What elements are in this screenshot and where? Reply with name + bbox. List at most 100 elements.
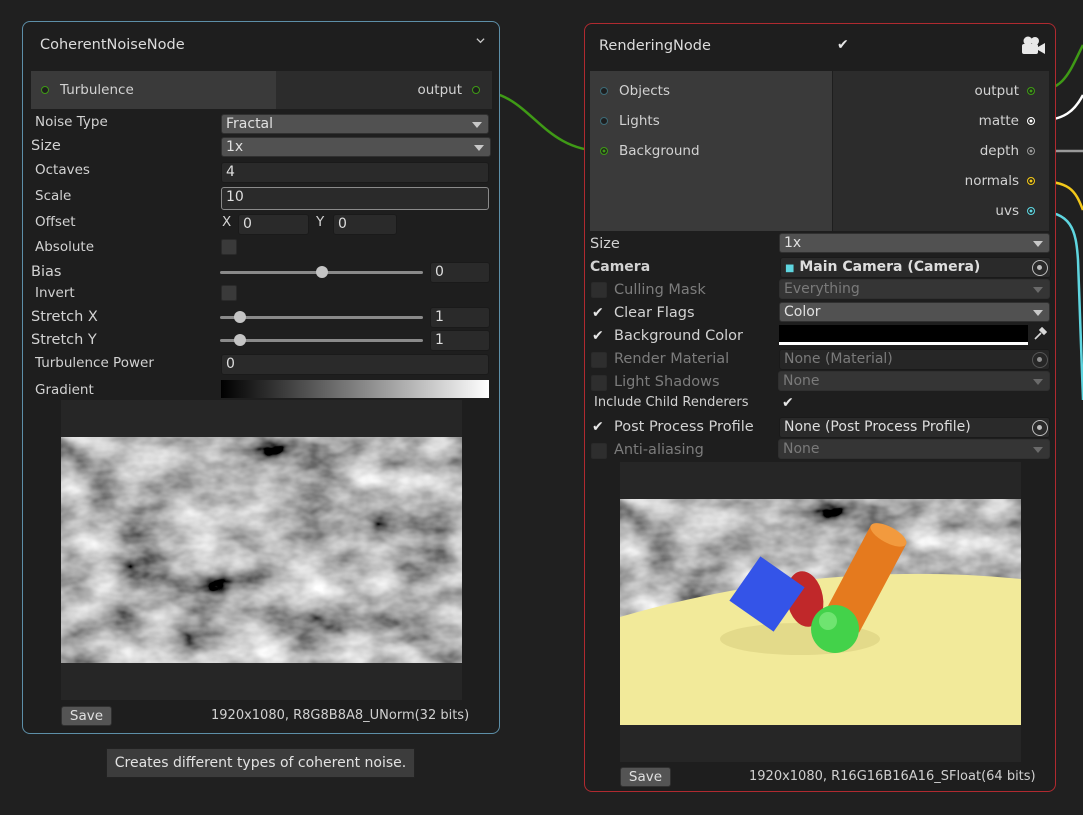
stretch-y-slider[interactable] bbox=[220, 339, 423, 342]
dropdown-arrow-icon bbox=[1033, 287, 1043, 293]
gradient-label: Gradient bbox=[35, 382, 94, 398]
post-process-profile-label: Post Process Profile bbox=[614, 419, 754, 435]
stretch-x-label: Stretch X bbox=[31, 309, 98, 325]
bias-label: Bias bbox=[31, 264, 62, 280]
absolute-label: Absolute bbox=[35, 239, 95, 255]
bias-field[interactable]: 0 bbox=[430, 262, 490, 283]
eyedropper-icon[interactable] bbox=[1033, 327, 1047, 341]
dropdown-arrow-icon bbox=[1033, 447, 1043, 453]
stretch-x-slider-knob[interactable] bbox=[234, 311, 247, 323]
input-port-lights: Lights bbox=[619, 113, 660, 129]
port-dot-icon[interactable] bbox=[1027, 207, 1035, 215]
noise-preview-panel bbox=[61, 400, 462, 700]
port-dot-icon[interactable] bbox=[600, 117, 608, 125]
light-shadows-label: Light Shadows bbox=[614, 374, 720, 390]
output-port-uvs: uvs bbox=[995, 203, 1019, 219]
save-button[interactable]: Save bbox=[61, 706, 112, 726]
size-label: Size bbox=[590, 236, 620, 252]
scale-field[interactable]: 10 bbox=[221, 187, 489, 210]
port-label: output bbox=[417, 82, 462, 98]
octaves-field[interactable]: 4 bbox=[221, 162, 489, 183]
dropdown-value: Everything bbox=[784, 281, 860, 297]
dropdown-value: 1x bbox=[226, 139, 244, 155]
render-preview-image bbox=[620, 499, 1021, 725]
bias-slider-knob[interactable] bbox=[315, 266, 328, 278]
camera-label: Camera bbox=[590, 259, 651, 275]
noise-type-dropdown[interactable]: Fractal bbox=[221, 114, 489, 134]
anti-aliasing-label: Anti-aliasing bbox=[614, 442, 704, 458]
offset-label: Offset bbox=[35, 214, 76, 230]
offset-x-field[interactable]: 0 bbox=[238, 214, 309, 235]
turbulence-power-field[interactable]: 0 bbox=[221, 354, 489, 375]
stretch-y-field[interactable]: 1 bbox=[430, 330, 490, 351]
absolute-checkbox[interactable] bbox=[221, 239, 237, 255]
coherent-noise-node[interactable]: CoherentNoiseNode Turbulence output Nois… bbox=[22, 21, 500, 734]
output-port-normals: normals bbox=[964, 173, 1019, 189]
background-color-field[interactable] bbox=[779, 325, 1028, 345]
dropdown-arrow-icon bbox=[472, 122, 482, 128]
object-picker-icon[interactable] bbox=[1032, 352, 1048, 368]
dropdown-value: 1x bbox=[784, 235, 802, 251]
output-port[interactable]: output bbox=[276, 71, 492, 109]
size-dropdown[interactable]: 1x bbox=[779, 233, 1050, 253]
stretch-x-slider[interactable] bbox=[220, 316, 423, 319]
clear-flags-checkmark-icon[interactable]: ✔ bbox=[592, 306, 604, 320]
noise-preview-image bbox=[61, 437, 462, 663]
offset-x-label: X bbox=[222, 214, 232, 230]
stretch-y-slider-knob[interactable] bbox=[234, 334, 247, 346]
object-picker-icon[interactable] bbox=[1032, 260, 1048, 276]
port-dot-icon[interactable] bbox=[1027, 147, 1035, 155]
culling-mask-dropdown[interactable]: Everything bbox=[779, 279, 1050, 299]
camera-small-icon: ■ bbox=[785, 263, 795, 274]
gradient-field[interactable] bbox=[221, 380, 489, 398]
render-preview-panel bbox=[620, 462, 1021, 762]
post-process-profile-field[interactable]: None (Post Process Profile) bbox=[779, 417, 1050, 438]
rendering-node[interactable]: RenderingNode ✔ Objects Lights Backgroun… bbox=[584, 23, 1056, 792]
include-child-checkmark-icon[interactable]: ✔ bbox=[782, 396, 794, 410]
node-tooltip: Creates different types of coherent nois… bbox=[106, 748, 415, 778]
anti-aliasing-checkbox[interactable] bbox=[591, 443, 607, 459]
port-dot-icon[interactable] bbox=[1027, 177, 1035, 185]
port-dot-icon[interactable] bbox=[600, 87, 608, 95]
output-ports-panel: output matte depth normals uvs bbox=[833, 71, 1049, 231]
light-shadows-dropdown[interactable]: None bbox=[778, 371, 1050, 391]
enable-checkmark-icon[interactable]: ✔ bbox=[837, 38, 849, 52]
dropdown-arrow-icon bbox=[1033, 379, 1043, 385]
chevron-down-icon[interactable] bbox=[476, 36, 485, 45]
background-color-checkmark-icon[interactable]: ✔ bbox=[592, 329, 604, 343]
render-material-field[interactable]: None (Material) bbox=[779, 349, 1050, 370]
noise-type-label: Noise Type bbox=[35, 114, 108, 130]
background-color-label: Background Color bbox=[614, 328, 743, 344]
dropdown-arrow-icon bbox=[474, 145, 484, 151]
offset-y-field[interactable]: 0 bbox=[333, 214, 397, 235]
post-process-checkmark-icon[interactable]: ✔ bbox=[592, 420, 604, 434]
turbulence-power-label: Turbulence Power bbox=[35, 355, 154, 371]
input-port-background: Background bbox=[619, 143, 700, 159]
port-dot-icon[interactable] bbox=[472, 86, 480, 94]
dropdown-value: None bbox=[783, 373, 820, 389]
texture-info: 1920x1080, R16G16B16A16_SFloat(64 bits) bbox=[749, 769, 1036, 784]
output-port-depth: depth bbox=[979, 143, 1019, 159]
anti-aliasing-dropdown[interactable]: None bbox=[778, 439, 1050, 459]
invert-label: Invert bbox=[35, 285, 75, 301]
port-dot-icon[interactable] bbox=[1027, 87, 1035, 95]
stretch-x-field[interactable]: 1 bbox=[430, 307, 490, 328]
clear-flags-dropdown[interactable]: Color bbox=[779, 302, 1050, 322]
output-port-matte: matte bbox=[978, 113, 1019, 129]
size-dropdown[interactable]: 1x bbox=[221, 137, 491, 157]
port-label: Turbulence bbox=[60, 82, 134, 98]
save-button[interactable]: Save bbox=[620, 767, 671, 787]
port-dot-icon[interactable] bbox=[1027, 117, 1035, 125]
camera-object-field[interactable]: ■ Main Camera (Camera) bbox=[780, 257, 1051, 278]
octaves-label: Octaves bbox=[35, 162, 90, 178]
dropdown-arrow-icon bbox=[1033, 310, 1043, 316]
invert-checkbox[interactable] bbox=[221, 285, 237, 301]
port-dot-icon[interactable] bbox=[41, 86, 49, 94]
light-shadows-checkbox[interactable] bbox=[591, 375, 607, 391]
port-dot-icon[interactable] bbox=[600, 147, 608, 155]
scale-label: Scale bbox=[35, 188, 72, 204]
render-material-checkbox[interactable] bbox=[591, 352, 607, 368]
input-port-turbulence[interactable]: Turbulence bbox=[31, 71, 276, 109]
culling-mask-checkbox[interactable] bbox=[591, 282, 607, 298]
object-picker-icon[interactable] bbox=[1032, 420, 1048, 436]
